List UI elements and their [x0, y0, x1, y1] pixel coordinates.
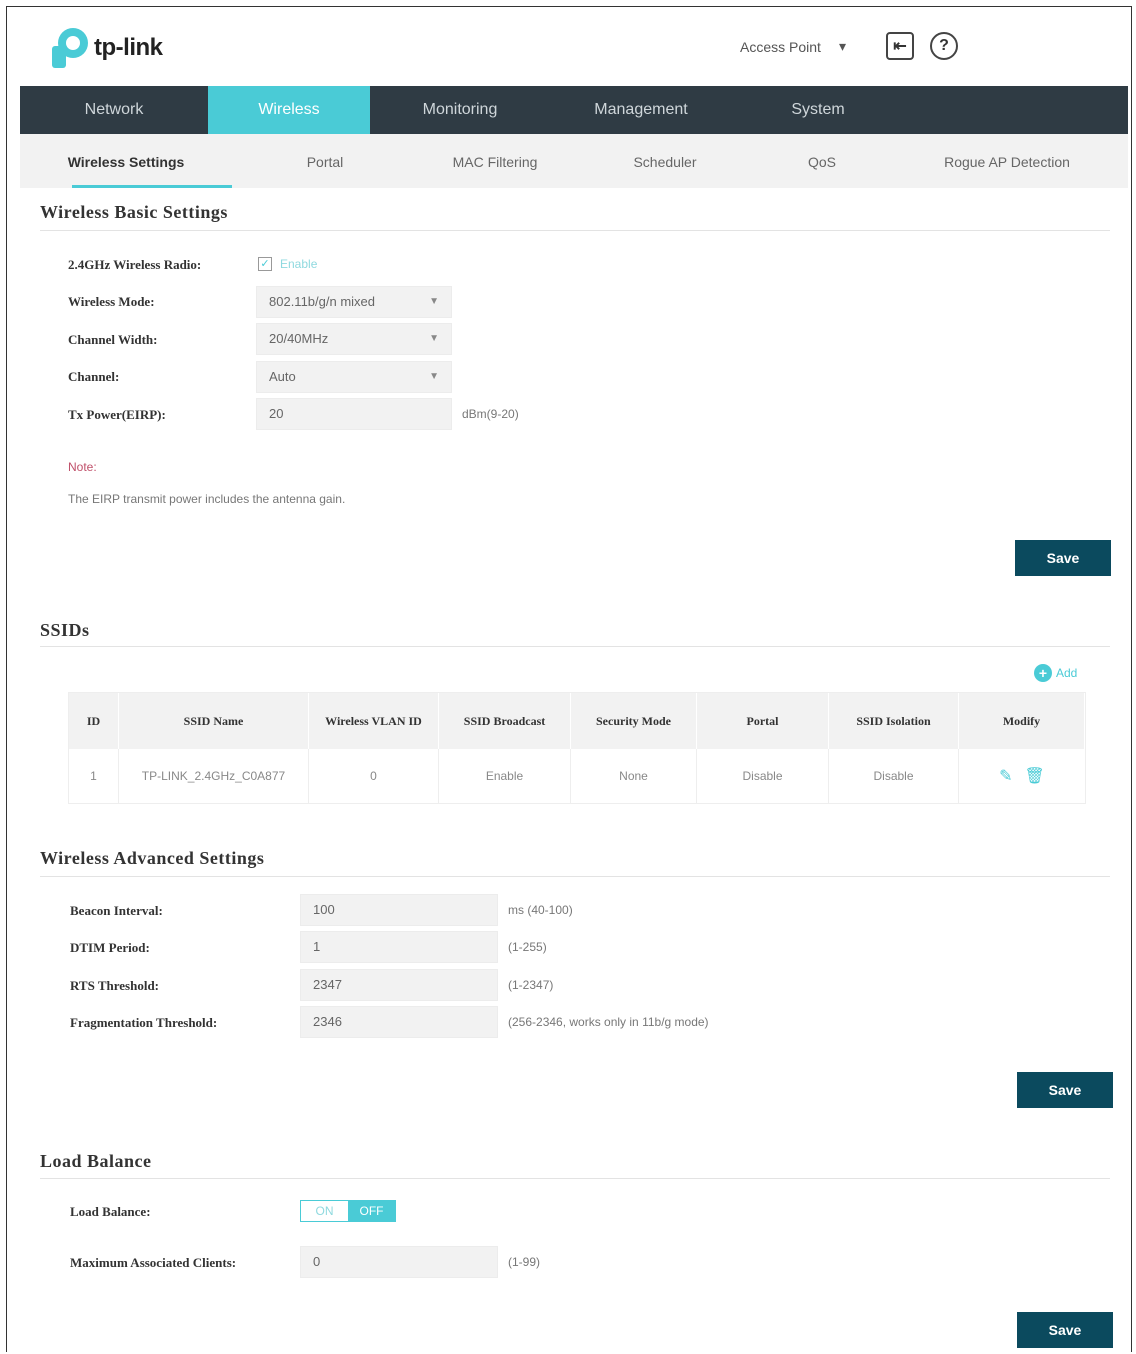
logo-text: tp-link — [94, 34, 163, 61]
add-ssid-button[interactable]: + Add — [1034, 664, 1077, 682]
note-label: Note: — [68, 460, 97, 474]
dtim-hint: (1-255) — [508, 940, 547, 954]
note-text: The EIRP transmit power includes the ant… — [68, 492, 346, 506]
wireless-mode-value: 802.11b/g/n mixed — [269, 294, 375, 309]
frag-hint: (256-2346, works only in 11b/g mode) — [508, 1015, 709, 1029]
rts-hint: (1-2347) — [508, 978, 554, 992]
max-clients-input[interactable]: 0 — [300, 1246, 498, 1278]
edit-icon[interactable]: ✎ — [999, 766, 1012, 786]
caret-down-icon: ▼ — [429, 333, 439, 344]
divider — [40, 646, 1110, 647]
col-portal: Portal — [697, 693, 829, 749]
logout-icon[interactable]: ⇤ — [886, 32, 914, 60]
tab-system[interactable]: System — [732, 86, 904, 134]
beacon-interval-input[interactable]: 100 — [300, 894, 498, 926]
advanced-save-button[interactable]: Save — [1017, 1072, 1113, 1108]
load-balance-title: Load Balance — [40, 1151, 152, 1171]
plus-icon: + — [1034, 664, 1052, 682]
col-security-mode: Security Mode — [571, 693, 697, 749]
tp-link-logo-icon — [52, 28, 90, 68]
table-row: 1 TP-LINK_2.4GHz_C0A877 0 Enable None Di… — [69, 749, 1085, 803]
subtab-scheduler[interactable]: Scheduler — [572, 134, 758, 188]
toggle-on[interactable]: ON — [301, 1201, 348, 1221]
cell-security-mode: None — [571, 749, 697, 803]
subtab-qos[interactable]: QoS — [758, 134, 886, 188]
caret-down-icon: ▼ — [429, 371, 439, 382]
ssid-table: ID SSID Name Wireless VLAN ID SSID Broad… — [68, 692, 1086, 804]
sub-nav: Wireless Settings Portal MAC Filtering S… — [20, 134, 1128, 188]
beacon-label: Beacon Interval: — [70, 903, 163, 918]
advanced-settings-title: Wireless Advanced Settings — [40, 848, 265, 868]
toggle-off[interactable]: OFF — [348, 1201, 395, 1221]
tp-link-logo: tp-link — [52, 28, 163, 68]
col-ssid-broadcast: SSID Broadcast — [439, 693, 571, 749]
help-icon[interactable]: ? — [930, 32, 958, 60]
cell-ssid-broadcast: Enable — [439, 749, 571, 803]
fragmentation-threshold-input[interactable]: 2346 — [300, 1006, 498, 1038]
cell-id: 1 — [69, 749, 119, 803]
tab-monitoring[interactable]: Monitoring — [370, 86, 550, 134]
power-label: Tx Power(EIRP): — [68, 407, 166, 422]
cell-vlan-id: 0 — [309, 749, 439, 803]
mode-label: Wireless Mode: — [68, 294, 155, 309]
load-balance-toggle[interactable]: ON OFF — [300, 1200, 396, 1222]
basic-save-button[interactable]: Save — [1015, 540, 1111, 576]
subtab-wireless-settings[interactable]: Wireless Settings — [20, 134, 232, 188]
radio-label: 2.4GHz Wireless Radio: — [68, 257, 202, 272]
subtab-portal[interactable]: Portal — [232, 134, 418, 188]
trash-icon[interactable]: 🗑 — [1025, 766, 1045, 786]
cell-ssid-isolation: Disable — [829, 749, 959, 803]
load-save-button[interactable]: Save — [1017, 1312, 1113, 1348]
chevron-down-icon: ▾ — [838, 38, 846, 54]
col-modify: Modify — [959, 693, 1085, 749]
tab-management[interactable]: Management — [550, 86, 732, 134]
col-ssid-isolation: SSID Isolation — [829, 693, 959, 749]
channel-width-value: 20/40MHz — [269, 331, 329, 346]
caret-down-icon: ▼ — [429, 296, 439, 307]
channel-label: Channel: — [68, 369, 120, 384]
radio-enable-checkbox[interactable]: ✓ — [258, 257, 272, 271]
dtim-period-input[interactable]: 1 — [300, 931, 498, 963]
divider — [40, 876, 1110, 877]
width-label: Channel Width: — [68, 332, 158, 347]
main-nav: Network Wireless Monitoring Management S… — [20, 86, 1128, 134]
col-vlan-id: Wireless VLAN ID — [309, 693, 439, 749]
radio-enable-label: Enable — [280, 257, 318, 271]
divider — [40, 1178, 1110, 1179]
cell-portal: Disable — [697, 749, 829, 803]
mode-select[interactable]: Access Point ▾ — [740, 38, 846, 55]
divider — [40, 230, 1110, 231]
max-clients-hint: (1-99) — [508, 1255, 541, 1269]
max-clients-label: Maximum Associated Clients: — [70, 1255, 237, 1270]
ssids-title: SSIDs — [40, 620, 90, 640]
rts-threshold-input[interactable]: 2347 — [300, 969, 498, 1001]
basic-settings-title: Wireless Basic Settings — [40, 202, 228, 222]
cell-ssid-name: TP-LINK_2.4GHz_C0A877 — [119, 749, 309, 803]
frag-label: Fragmentation Threshold: — [70, 1015, 218, 1030]
subtab-rogue-ap-detection[interactable]: Rogue AP Detection — [886, 134, 1128, 188]
table-header: ID SSID Name Wireless VLAN ID SSID Broad… — [69, 693, 1085, 749]
tab-network[interactable]: Network — [20, 86, 208, 134]
tab-wireless[interactable]: Wireless — [208, 86, 370, 134]
subtab-mac-filtering[interactable]: MAC Filtering — [418, 134, 572, 188]
tx-power-input[interactable]: 20 — [256, 398, 452, 430]
channel-select[interactable]: Auto ▼ — [256, 361, 452, 393]
beacon-hint: ms (40-100) — [508, 903, 573, 917]
top-bar: tp-link Access Point ▾ ⇤ ? — [20, 16, 1128, 86]
channel-width-select[interactable]: 20/40MHz ▼ — [256, 323, 452, 355]
col-ssid-name: SSID Name — [119, 693, 309, 749]
load-balance-label: Load Balance: — [70, 1204, 151, 1219]
cell-modify: ✎ 🗑 — [959, 749, 1085, 803]
rts-label: RTS Threshold: — [70, 978, 160, 993]
col-id: ID — [69, 693, 119, 749]
mode-select-value: Access Point — [740, 38, 821, 55]
add-label: Add — [1056, 666, 1078, 680]
dtim-label: DTIM Period: — [70, 940, 150, 955]
channel-value: Auto — [269, 369, 296, 384]
power-hint: dBm(9-20) — [462, 407, 519, 421]
wireless-mode-select[interactable]: 802.11b/g/n mixed ▼ — [256, 286, 452, 318]
